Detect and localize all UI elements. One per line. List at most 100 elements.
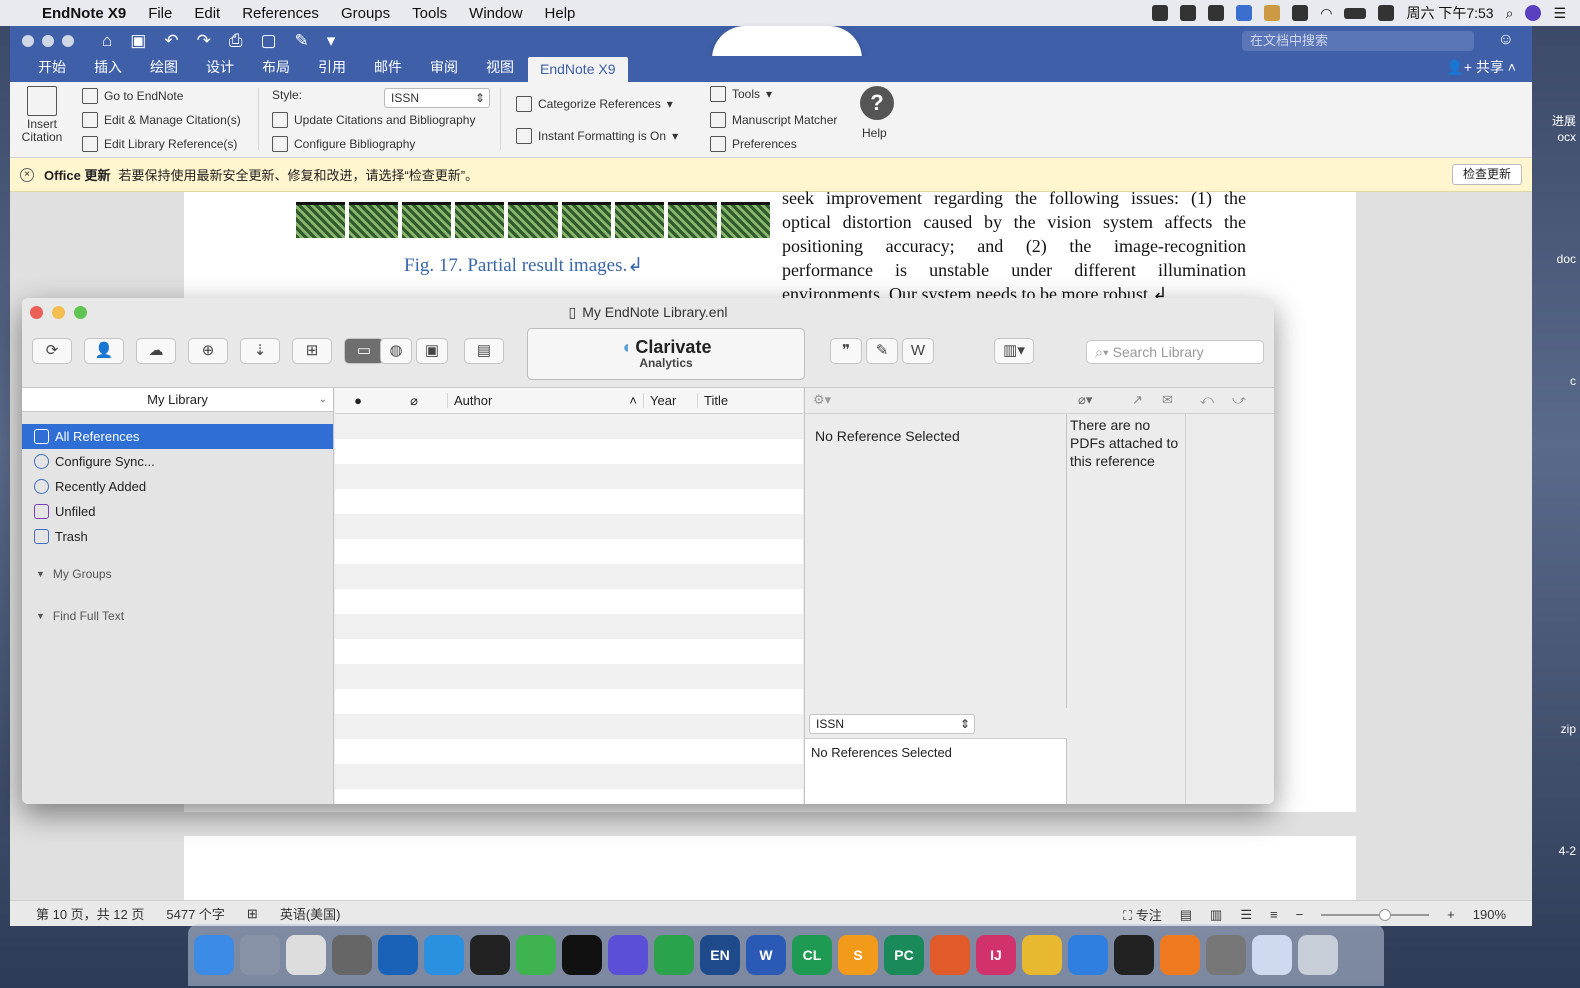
tab-review[interactable]: 审阅 (416, 57, 472, 82)
wifi-icon[interactable]: ◠ (1320, 5, 1332, 22)
table-row[interactable] (335, 764, 803, 789)
zoom-slider-knob[interactable] (1379, 908, 1392, 921)
baidu-netdisk-icon[interactable] (608, 935, 648, 975)
zoom-window-button[interactable] (74, 306, 87, 319)
go-to-endnote-button[interactable]: Go to EndNote (82, 88, 183, 104)
desktop-label[interactable]: 进展 (1552, 112, 1576, 129)
rotate-right-icon[interactable]: ⤻ (1232, 392, 1246, 408)
spotlight-search-icon[interactable]: ⌕ (1506, 5, 1514, 22)
record-icon[interactable] (1152, 5, 1169, 21)
local-library-mode-icon[interactable]: ▭ (344, 338, 384, 364)
find-fulltext-icon[interactable]: ⊕ (188, 338, 228, 364)
sublime-text-icon[interactable]: S (838, 935, 878, 975)
online-search-mode-icon[interactable]: ◍ (380, 338, 412, 364)
insert-citation-icon[interactable]: ❞ (830, 338, 862, 364)
matlab-icon[interactable] (930, 935, 970, 975)
close-window-button[interactable] (30, 306, 43, 319)
notification-center-icon[interactable]: ☰ (1553, 5, 1566, 22)
word-app-icon[interactable]: W (746, 935, 786, 975)
menu-file[interactable]: File (148, 5, 172, 22)
save-icon[interactable]: ▣ (130, 31, 146, 51)
help-icon[interactable]: ? (860, 86, 894, 120)
qq-icon[interactable] (470, 935, 510, 975)
import-icon[interactable]: ⇣ (240, 338, 280, 364)
print-layout-icon[interactable]: ▤ (1180, 907, 1192, 923)
column-title[interactable]: Title (697, 393, 728, 408)
app-status-icon[interactable] (1264, 5, 1281, 21)
table-row[interactable] (335, 439, 803, 464)
insert-citation-button[interactable]: Insert Citation (20, 86, 64, 144)
word-count[interactable]: 5477 个字 (166, 904, 225, 923)
table-row[interactable] (335, 489, 803, 514)
zoom-out-icon[interactable]: − (1296, 907, 1304, 922)
share-library-icon[interactable]: 👤 (84, 338, 124, 364)
page-count[interactable]: 第 10 页，共 12 页 (36, 904, 144, 923)
configure-bibliography-button[interactable]: Configure Bibliography (272, 136, 415, 152)
terminal-icon[interactable] (562, 935, 602, 975)
new-document-icon[interactable]: ▢ (260, 31, 276, 51)
section-find-full-text[interactable]: ▼ Find Full Text (22, 603, 333, 629)
minimize-window-button[interactable] (42, 35, 54, 47)
pycharm-icon[interactable]: PC (884, 935, 924, 975)
desktop-label[interactable]: doc (1557, 252, 1576, 266)
group-all-references[interactable]: All References (22, 424, 333, 449)
document-page[interactable] (184, 836, 1356, 900)
piano-app-icon[interactable] (1114, 935, 1154, 975)
read-status-column-icon[interactable]: ● (335, 393, 381, 408)
table-row[interactable] (335, 414, 803, 439)
launchpad-icon[interactable] (240, 935, 280, 975)
tab-draw[interactable]: 绘图 (136, 57, 192, 82)
proofing-icon[interactable]: ⊞ (247, 906, 258, 922)
downloads-stack-icon[interactable] (1252, 935, 1292, 975)
group-trash[interactable]: Trash (22, 524, 333, 549)
zoom-level[interactable]: 190% (1473, 907, 1506, 922)
desktop-label[interactable]: zip (1561, 722, 1576, 736)
web-layout-icon[interactable]: ▥ (1210, 907, 1222, 923)
table-row[interactable] (335, 639, 803, 664)
column-author[interactable]: Author ˄ (447, 393, 643, 408)
layout-toggle-icon[interactable]: ▥▾ (994, 338, 1034, 364)
close-infobar-icon[interactable]: × (20, 167, 34, 182)
app-menu[interactable]: EndNote X9 (42, 5, 126, 22)
feedback-smiley-icon[interactable]: ☺ (1498, 31, 1514, 49)
library-dropdown[interactable]: My Library ⌄ (22, 388, 333, 412)
app-icon[interactable] (1160, 935, 1200, 975)
menu-help[interactable]: Help (545, 5, 576, 22)
draft-view-icon[interactable]: ≡ (1270, 907, 1278, 922)
tab-insert[interactable]: 插入 (80, 57, 136, 82)
undo-icon[interactable]: ↶ (164, 31, 178, 51)
siri-icon[interactable] (1525, 5, 1542, 21)
output-style-select[interactable]: ISSN ⇕ (809, 714, 975, 734)
group-recently-added[interactable]: Recently Added (22, 474, 333, 499)
outline-view-icon[interactable]: ☰ (1240, 907, 1252, 923)
finder-icon[interactable] (194, 935, 234, 975)
library-search-input[interactable]: ⌕▾ Search Library (1086, 340, 1264, 364)
manuscript-matcher-button[interactable]: Manuscript Matcher (710, 112, 837, 128)
teamviewer-icon[interactable] (424, 935, 464, 975)
categorize-references-button[interactable]: Categorize References ▾ (516, 96, 673, 112)
integrated-mode-icon[interactable]: ▣ (416, 338, 448, 364)
input-method-icon[interactable] (1378, 5, 1395, 21)
help-button[interactable]: Help (862, 126, 887, 140)
zoom-window-button[interactable] (62, 35, 74, 47)
tab-layout[interactable]: 布局 (248, 57, 304, 82)
word-search-input[interactable]: 在文档中搜索 (1242, 31, 1474, 51)
update-citations-button[interactable]: Update Citations and Bibliography (272, 112, 475, 128)
zoom-in-icon[interactable]: + (1447, 907, 1455, 922)
edit-manage-citations-button[interactable]: Edit & Manage Citation(s) (82, 112, 241, 128)
quicktime-icon[interactable] (378, 935, 418, 975)
table-row[interactable] (335, 614, 803, 639)
new-reference-icon[interactable]: ⊞ (292, 338, 332, 364)
endnote-app-icon[interactable]: EN (700, 935, 740, 975)
tab-mailings[interactable]: 邮件 (360, 57, 416, 82)
group-configure-sync[interactable]: Configure Sync... (22, 449, 333, 474)
focus-button[interactable]: ⛶ 专注 (1123, 905, 1162, 924)
menu-window[interactable]: Window (469, 5, 522, 22)
app-icon[interactable] (654, 935, 694, 975)
email-icon[interactable]: ✉ (1162, 392, 1173, 408)
tab-design[interactable]: 设计 (192, 57, 248, 82)
share-button[interactable]: 👤+ 共享 ˄ (1446, 57, 1516, 77)
print-icon[interactable]: ⎙ (229, 31, 243, 51)
desktop-label[interactable]: c (1570, 374, 1576, 388)
zoom-slider[interactable] (1321, 908, 1430, 921)
